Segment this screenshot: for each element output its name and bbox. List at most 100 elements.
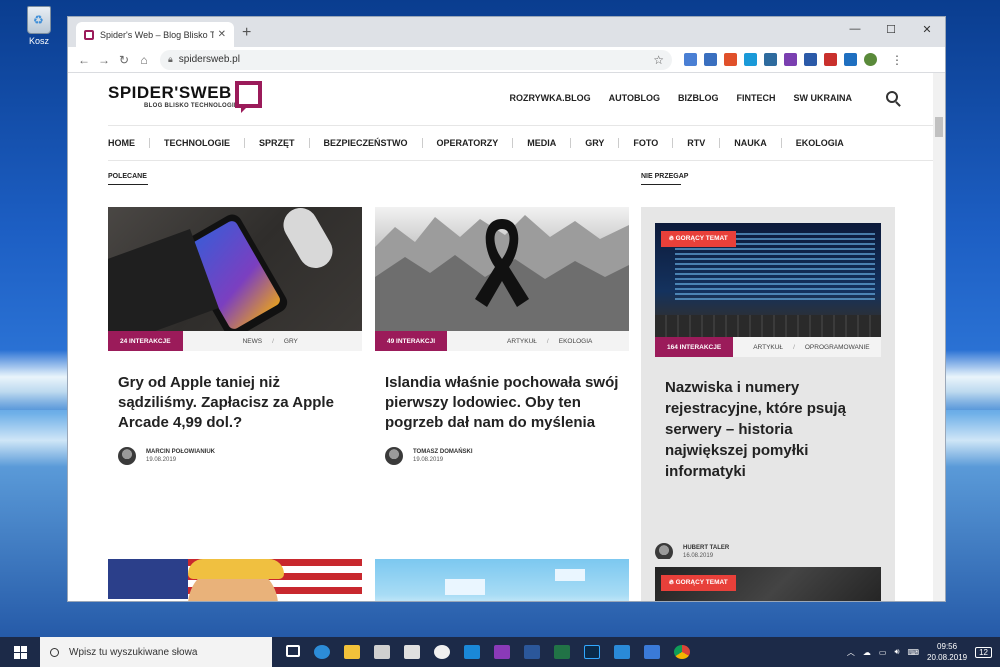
article-category[interactable]: ARTYKUŁ bbox=[507, 338, 537, 345]
translate-extension-icon[interactable] bbox=[684, 53, 697, 66]
article-category[interactable]: OPROGRAMOWANIE bbox=[805, 344, 870, 351]
excel-icon[interactable] bbox=[554, 645, 570, 659]
chrome-icon[interactable] bbox=[674, 645, 690, 659]
nav-operatorzy[interactable]: OPERATORZY bbox=[423, 138, 514, 148]
calendar-icon[interactable] bbox=[404, 645, 420, 659]
onedrive-icon[interactable]: ☁ bbox=[863, 648, 871, 657]
network-icon[interactable]: ▭ bbox=[879, 648, 887, 657]
article-title[interactable]: Islandia właśnie pochowała swój pierwszy… bbox=[385, 373, 619, 433]
mail-icon[interactable] bbox=[374, 645, 390, 659]
volume-icon[interactable]: 🔊︎ bbox=[894, 647, 899, 657]
author-name[interactable]: TOMASZ DOMAŃSKI bbox=[413, 449, 473, 455]
outlook-extension-icon[interactable] bbox=[844, 53, 857, 66]
interactions-badge[interactable]: 49 INTERAKCJI bbox=[375, 331, 448, 351]
scrollbar-thumb[interactable] bbox=[935, 117, 943, 137]
author-avatar bbox=[385, 447, 403, 465]
nav-bezpieczenstwo[interactable]: BEZPIECZEŃSTWO bbox=[310, 138, 423, 148]
extension-icon[interactable] bbox=[764, 53, 777, 66]
article-image-glacier[interactable] bbox=[375, 207, 629, 331]
nav-foto[interactable]: FOTO bbox=[619, 138, 674, 148]
app-icon[interactable] bbox=[614, 645, 630, 659]
featured-image-second[interactable]: 🔥︎ GORĄCY TEMAT bbox=[655, 567, 881, 601]
close-window-button[interactable]: ✕ bbox=[909, 17, 945, 41]
skype-icon[interactable] bbox=[464, 645, 480, 659]
article-image-pixel[interactable] bbox=[375, 559, 629, 601]
reload-button[interactable]: ↻ bbox=[114, 53, 134, 67]
nav-sprzet[interactable]: SPRZĘT bbox=[245, 138, 310, 148]
nav-ekologia[interactable]: EKOLOGIA bbox=[782, 138, 858, 148]
toplink-fintech[interactable]: FINTECH bbox=[737, 93, 776, 103]
toplink-autoblog[interactable]: AUTOBLOG bbox=[609, 93, 660, 103]
logo-main: SPIDER'SWEB bbox=[108, 83, 232, 102]
start-button[interactable] bbox=[0, 645, 40, 659]
article-category[interactable]: ARTYKUŁ bbox=[753, 344, 783, 351]
article-meta: 49 INTERAKCJI ARTYKUŁ / EKOLOGIA bbox=[375, 331, 629, 351]
taskbar-search[interactable]: Wpisz tu wyszukiwane słowa bbox=[40, 637, 272, 667]
nav-gry[interactable]: GRY bbox=[571, 138, 620, 148]
page-scrollbar[interactable] bbox=[933, 73, 945, 601]
skype-extension-icon[interactable] bbox=[744, 53, 757, 66]
profile-avatar[interactable] bbox=[864, 53, 877, 66]
article-category[interactable]: GRY bbox=[284, 338, 298, 345]
article-image-flag[interactable] bbox=[108, 559, 362, 601]
toplink-bizblog[interactable]: BIZBLOG bbox=[678, 93, 719, 103]
author-name[interactable]: MARCIN POŁOWIANIUK bbox=[146, 449, 215, 455]
nav-technologie[interactable]: TECHNOLOGIE bbox=[150, 138, 246, 148]
interactions-badge[interactable]: 164 INTERAKCJE bbox=[655, 337, 734, 357]
keyboard-icon[interactable]: ⌨ bbox=[908, 648, 920, 657]
article-card[interactable]: 24 INTERAKCJE NEWS / GRY Gry od Apple ta… bbox=[108, 207, 362, 465]
minimize-button[interactable]: — bbox=[837, 17, 873, 41]
chevron-up-icon[interactable]: ︿ bbox=[847, 647, 855, 658]
article-card[interactable]: 49 INTERAKCJI ARTYKUŁ / EKOLOGIA Islandi… bbox=[375, 207, 629, 465]
author-name[interactable]: HUBERT TALER bbox=[683, 545, 729, 551]
nav-home[interactable]: HOME bbox=[108, 138, 150, 148]
nav-nauka[interactable]: NAUKA bbox=[720, 138, 782, 148]
forward-button[interactable]: → bbox=[94, 53, 114, 67]
main-navigation: HOME TECHNOLOGIE SPRZĘT BEZPIECZEŃSTWO O… bbox=[108, 125, 934, 161]
maximize-button[interactable]: ☐ bbox=[873, 17, 909, 41]
article-category[interactable]: NEWS bbox=[243, 338, 263, 345]
search-icon[interactable] bbox=[886, 91, 898, 103]
home-button[interactable]: ⌂ bbox=[134, 53, 154, 67]
article-title[interactable]: Gry od Apple taniej niż sądziliśmy. Zapł… bbox=[118, 373, 352, 433]
back-button[interactable]: ← bbox=[74, 53, 94, 67]
people-icon[interactable] bbox=[434, 645, 450, 659]
task-view-icon[interactable] bbox=[286, 645, 300, 657]
interactions-badge[interactable]: 24 INTERAKCJE bbox=[108, 331, 183, 351]
close-tab-icon[interactable]: ✕ bbox=[218, 29, 226, 40]
extension-icon[interactable] bbox=[804, 53, 817, 66]
recycle-bin-icon[interactable]: Kosz bbox=[22, 6, 56, 46]
featured-image-code[interactable]: 🔥︎ GORĄCY TEMAT bbox=[655, 223, 881, 347]
toplink-rozrywka[interactable]: ROZRYWKA.BLOG bbox=[509, 93, 590, 103]
action-center-icon[interactable]: 12 bbox=[975, 646, 992, 658]
onenote-extension-icon[interactable] bbox=[784, 53, 797, 66]
office-extension-icon[interactable] bbox=[724, 53, 737, 66]
word-icon[interactable] bbox=[524, 645, 540, 659]
extension-icon[interactable] bbox=[704, 53, 717, 66]
pdf-extension-icon[interactable] bbox=[824, 53, 837, 66]
clock-time: 09:56 bbox=[937, 642, 958, 651]
clock-date: 20.08.2019 bbox=[927, 653, 968, 662]
site-logo[interactable]: SPIDER'SWEB BLOG BLISKO TECHNOLOGII bbox=[108, 81, 262, 113]
browser-tab[interactable]: Spider's Web – Blog Blisko Techno ✕ bbox=[76, 22, 234, 47]
app-icon[interactable] bbox=[644, 645, 660, 659]
file-explorer-icon[interactable] bbox=[344, 645, 360, 659]
onenote-icon[interactable] bbox=[494, 645, 510, 659]
edge-icon[interactable] bbox=[314, 645, 330, 659]
hot-topic-badge[interactable]: 🔥︎ GORĄCY TEMAT bbox=[661, 231, 736, 247]
nav-media[interactable]: MEDIA bbox=[513, 138, 572, 148]
browser-menu-icon[interactable]: ⋮ bbox=[891, 53, 903, 67]
photoshop-icon[interactable] bbox=[584, 645, 600, 659]
article-category[interactable]: EKOLOGIA bbox=[559, 338, 593, 345]
taskbar-clock[interactable]: 09:56 20.08.2019 bbox=[927, 641, 967, 663]
new-tab-button[interactable]: + bbox=[242, 24, 251, 42]
browser-toolbar: ← → ↻ ⌂ 🔒︎ spidersweb.pl ☆ ⋮ bbox=[68, 47, 945, 73]
bookmark-star-icon[interactable]: ☆ bbox=[653, 53, 664, 67]
address-bar[interactable]: 🔒︎ spidersweb.pl ☆ bbox=[160, 49, 672, 70]
article-image-iphone[interactable] bbox=[108, 207, 362, 331]
browser-window: Spider's Web – Blog Blisko Techno ✕ + — … bbox=[67, 16, 946, 602]
hot-topic-badge[interactable]: 🔥︎ GORĄCY TEMAT bbox=[661, 575, 736, 591]
toplink-sw-ukraina[interactable]: SW UKRAINA bbox=[794, 93, 853, 103]
nav-rtv[interactable]: RTV bbox=[673, 138, 721, 148]
featured-title[interactable]: Nazwiska i numery rejestracyjne, które p… bbox=[665, 377, 875, 482]
